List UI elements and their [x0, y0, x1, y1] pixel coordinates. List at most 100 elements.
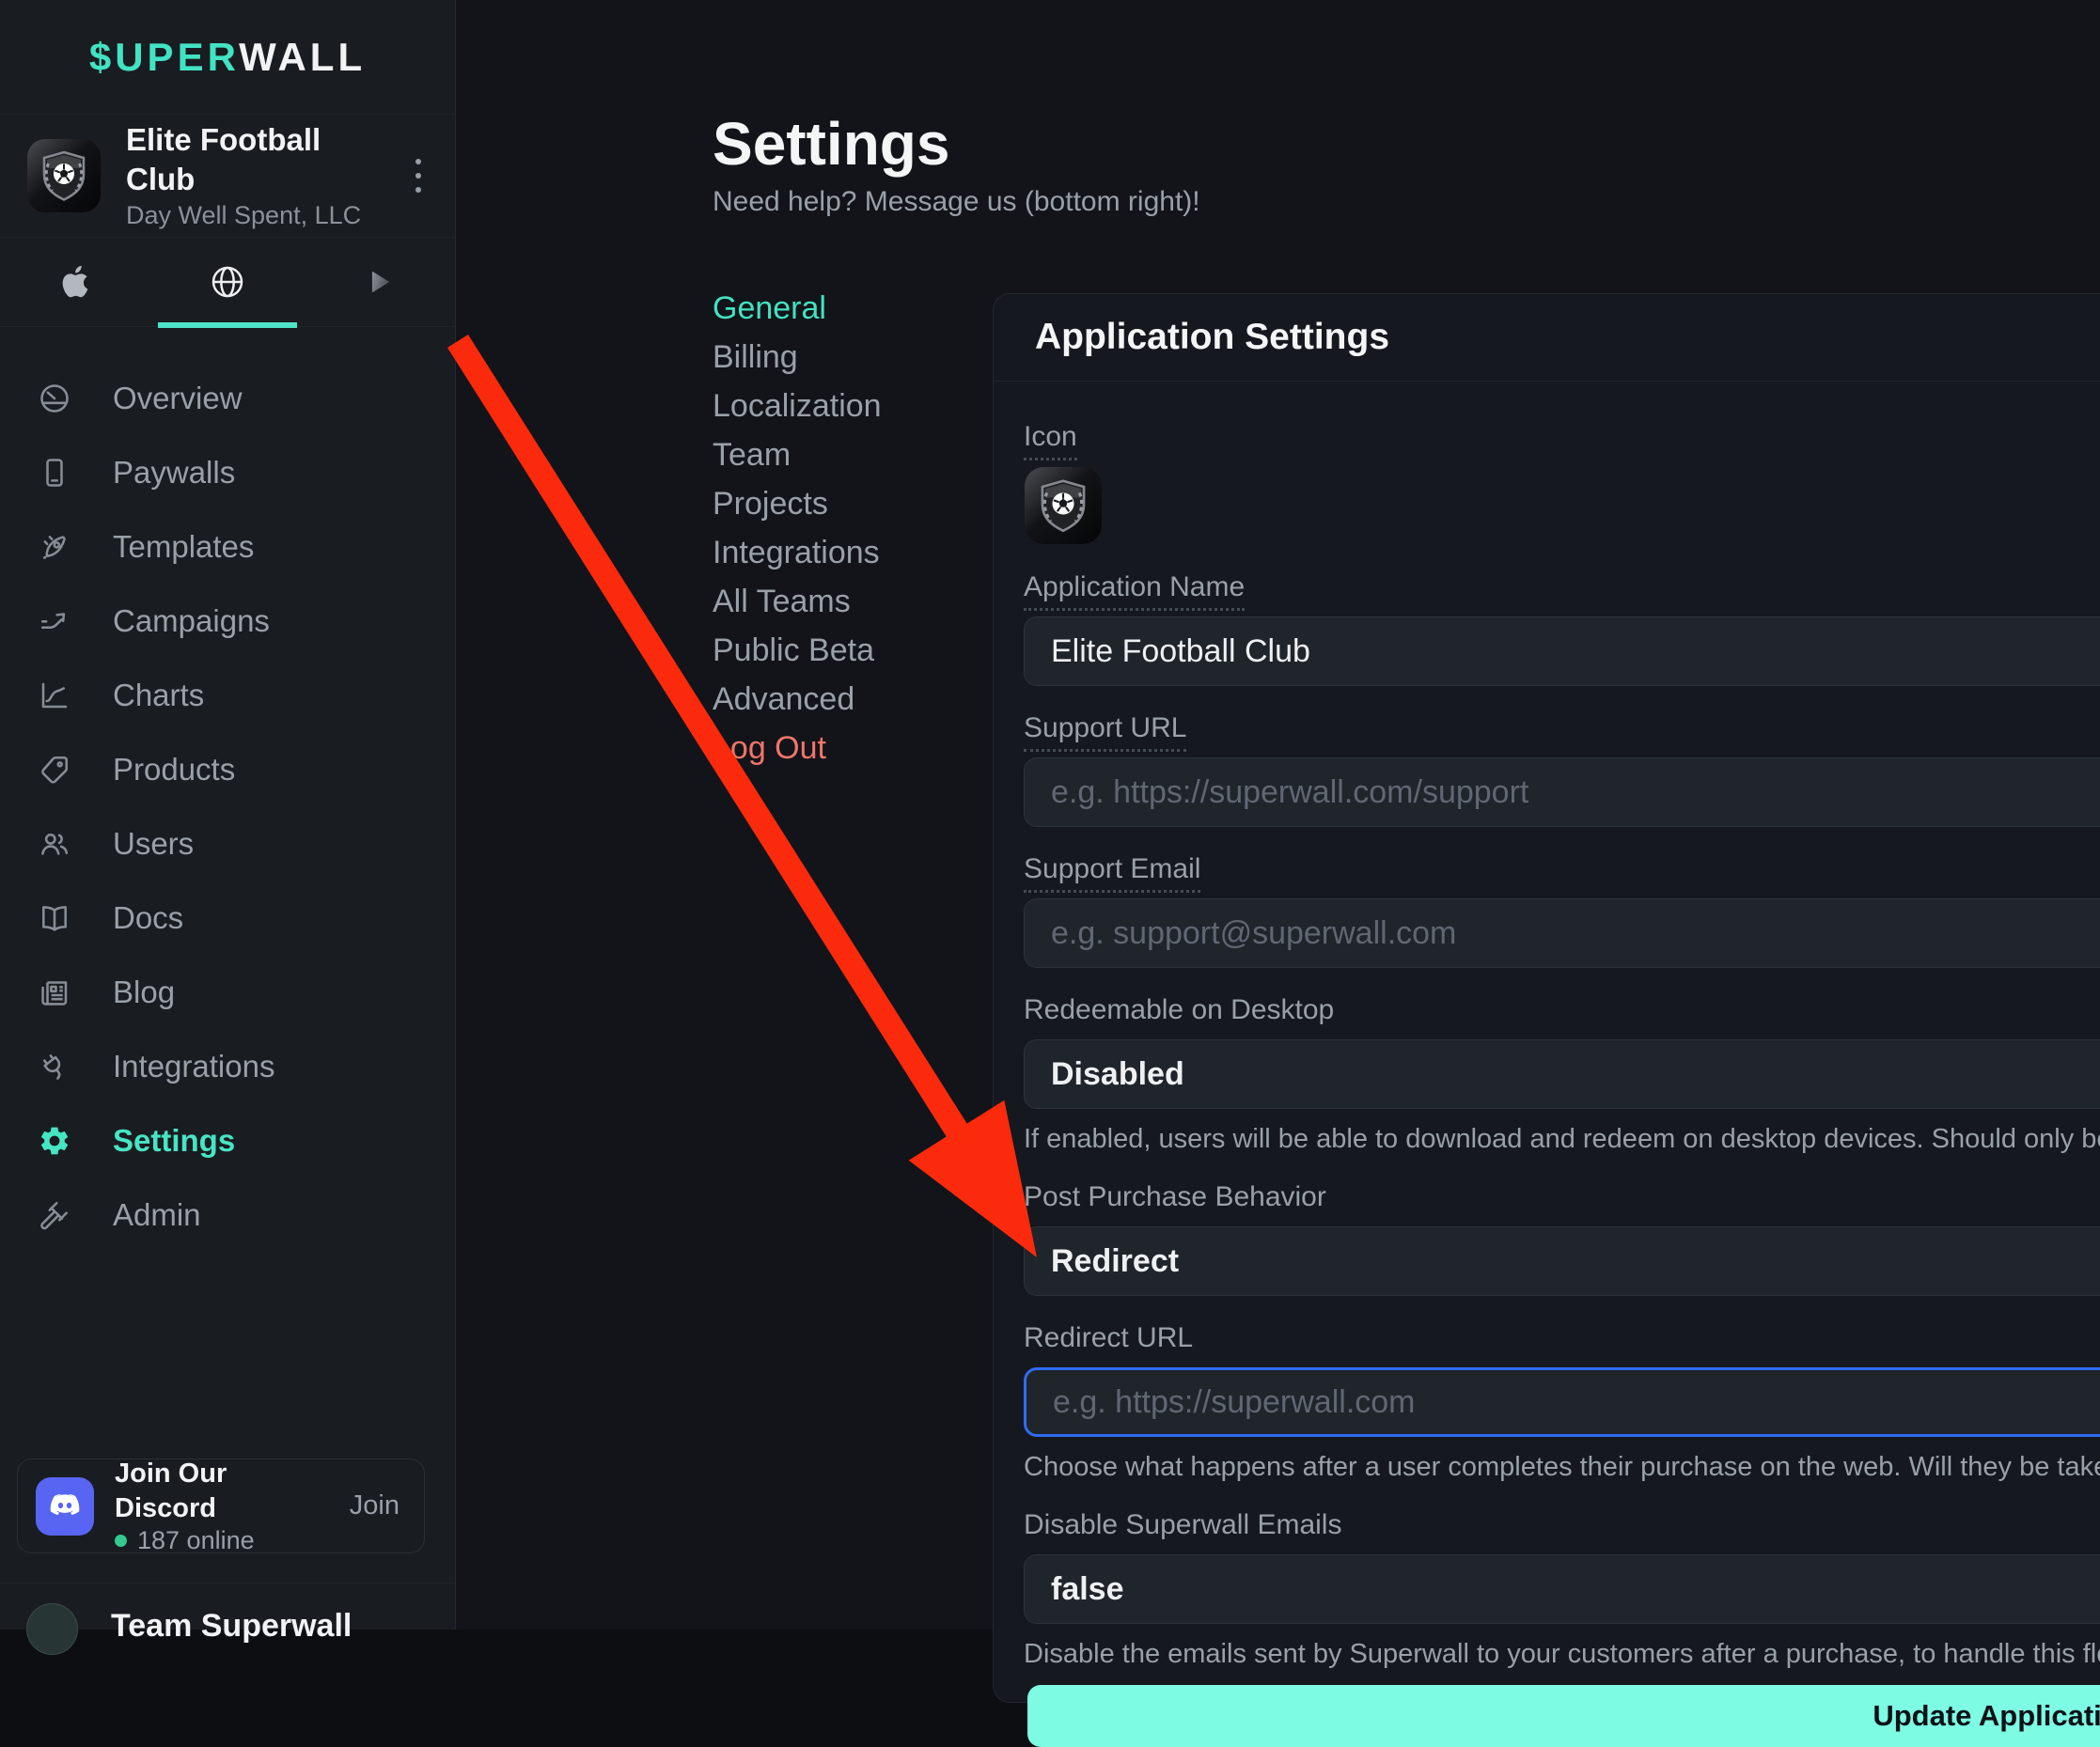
sidebar-item-blog[interactable]: Blog: [0, 955, 455, 1029]
application-settings-panel: Application Settings Icon Application Na…: [993, 293, 2100, 1703]
redeemable-helper-text: If enabled, users will be able to downlo…: [1024, 1124, 2100, 1155]
disable-emails-helper-text: Disable the emails sent by Superwall to …: [1024, 1639, 2100, 1670]
team-org: Day Well Spent, LLC: [126, 199, 385, 231]
redirect-url-input[interactable]: [1024, 1367, 2100, 1437]
discord-status: 187 online: [115, 1526, 329, 1555]
sidebar-item-templates[interactable]: Templates: [0, 509, 455, 584]
sidebar-item-charts[interactable]: Charts: [0, 658, 455, 732]
sidebar-item-campaigns[interactable]: Campaigns: [0, 584, 455, 658]
sidebar-item-label: Admin: [113, 1197, 201, 1233]
tag-icon: [36, 751, 73, 788]
subnav-all-teams[interactable]: All Teams: [713, 577, 882, 626]
sidebar-item-docs[interactable]: Docs: [0, 881, 455, 955]
sidebar-item-label: Settings: [113, 1123, 235, 1159]
logo-row: $UPERWALL: [0, 0, 455, 115]
application-icon-preview[interactable]: [1024, 466, 1103, 545]
sidebar-item-label: Overview: [113, 381, 243, 416]
discord-join-button[interactable]: Join: [350, 1490, 400, 1521]
campaigns-icon: [36, 602, 73, 640]
redeemable-on-desktop-select[interactable]: Disabled: [1024, 1039, 2100, 1109]
sidebar-menu: Overview Paywalls Templates Campaigns Ch…: [0, 361, 455, 1252]
team-app-icon: [26, 138, 102, 213]
page-subtitle: Need help? Message us (bottom right)!: [713, 186, 1200, 218]
tab-android[interactable]: [304, 238, 455, 326]
panel-title: Application Settings: [1035, 317, 1389, 358]
subnav-advanced[interactable]: Advanced: [713, 675, 882, 724]
superwall-logo[interactable]: $UPERWALL: [89, 35, 366, 80]
sidebar-item-paywalls[interactable]: Paywalls: [0, 435, 455, 509]
sidebar-item-label: Campaigns: [113, 603, 270, 639]
gear-icon: [36, 1122, 73, 1160]
team-menu-button[interactable]: [410, 153, 427, 198]
overview-icon: [36, 380, 73, 417]
application-name-input[interactable]: [1024, 616, 2100, 686]
discord-icon: [36, 1477, 94, 1536]
rocket-icon: [36, 528, 73, 566]
gavel-icon: [36, 1196, 73, 1234]
subnav-integrations[interactable]: Integrations: [713, 528, 882, 577]
discord-title: Join Our Discord: [115, 1457, 329, 1526]
account-row[interactable]: Team Superwall: [0, 1583, 455, 1630]
plug-icon: [36, 1048, 73, 1085]
subnav-public-beta[interactable]: Public Beta: [713, 626, 882, 675]
post-purchase-behavior-select[interactable]: Redirect: [1024, 1226, 2100, 1296]
sidebar-item-settings[interactable]: Settings: [0, 1103, 455, 1178]
sidebar: $UPERWALL Elite Football Club Day: [0, 0, 456, 1630]
team-selector[interactable]: Elite Football Club Day Well Spent, LLC: [0, 115, 455, 238]
subnav-localization[interactable]: Localization: [713, 382, 882, 430]
subnav-team[interactable]: Team: [713, 430, 882, 479]
apple-icon: [58, 264, 94, 300]
sidebar-item-label: Products: [113, 752, 235, 788]
users-icon: [36, 825, 73, 863]
team-text: Elite Football Club Day Well Spent, LLC: [126, 120, 385, 231]
paywalls-icon: [36, 454, 73, 491]
icon-field-label: Icon: [1024, 421, 2100, 453]
post-purchase-behavior-label: Post Purchase Behavior: [1024, 1181, 2100, 1213]
account-name: Team Superwall: [111, 1608, 352, 1645]
discord-card[interactable]: Join Our Discord 187 online Join: [17, 1458, 425, 1553]
subnav-general[interactable]: General: [713, 284, 882, 333]
redirect-url-label: Redirect URL: [1024, 1322, 2100, 1354]
sidebar-item-integrations[interactable]: Integrations: [0, 1029, 455, 1103]
tab-web[interactable]: [151, 238, 303, 326]
sidebar-item-label: Integrations: [113, 1049, 274, 1084]
support-url-input[interactable]: [1024, 757, 2100, 827]
sidebar-item-label: Docs: [113, 900, 183, 936]
charts-icon: [36, 677, 73, 714]
logo-rest-text: WALL: [239, 35, 366, 79]
update-application-button[interactable]: Update Application: [1027, 1685, 2100, 1747]
settings-subnav: General Billing Localization Team Projec…: [713, 284, 882, 772]
discord-online-count: 187 online: [137, 1526, 255, 1555]
sidebar-item-admin[interactable]: Admin: [0, 1178, 455, 1252]
redeemable-on-desktop-label: Redeemable on Desktop: [1024, 994, 2100, 1026]
platform-tabs: [0, 238, 455, 327]
application-name-label: Application Name: [1024, 571, 2100, 603]
subnav-billing[interactable]: Billing: [713, 333, 882, 382]
disable-emails-select[interactable]: false: [1024, 1554, 2100, 1624]
disable-emails-label: Disable Superwall Emails: [1024, 1509, 2100, 1541]
panel-body: Icon Application Name Support URL Sup: [994, 382, 2100, 1747]
redirect-url-helper-text: Choose what happens after a user complet…: [1024, 1452, 2100, 1483]
book-icon: [36, 899, 73, 937]
newspaper-icon: [36, 974, 73, 1011]
team-name: Elite Football Club: [126, 120, 385, 199]
play-store-icon: [363, 266, 395, 298]
online-dot-icon: [115, 1535, 127, 1547]
support-email-input[interactable]: [1024, 898, 2100, 968]
panel-header: Application Settings: [994, 294, 2100, 382]
logo-accent-text: $UPER: [89, 35, 239, 79]
sidebar-item-users[interactable]: Users: [0, 806, 455, 881]
sidebar-item-overview[interactable]: Overview: [0, 361, 455, 435]
sidebar-item-label: Paywalls: [113, 455, 235, 491]
discord-text: Join Our Discord 187 online: [115, 1457, 329, 1555]
subnav-log-out[interactable]: Log Out: [713, 724, 882, 772]
sidebar-item-label: Templates: [113, 529, 254, 565]
main-content: Settings Need help? Message us (bottom r…: [457, 0, 2100, 1630]
globe-icon: [209, 263, 246, 301]
support-url-label: Support URL: [1024, 712, 2100, 744]
sidebar-item-products[interactable]: Products: [0, 732, 455, 806]
support-email-label: Support Email: [1024, 853, 2100, 885]
subnav-projects[interactable]: Projects: [713, 479, 882, 528]
app-root: { "colors": { "accent_teal": "#42e2c2", …: [0, 0, 2100, 1630]
tab-apple[interactable]: [0, 238, 151, 326]
